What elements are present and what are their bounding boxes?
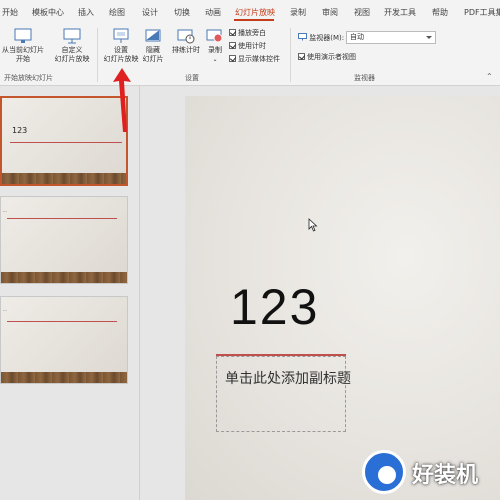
thumbnail-text: ··· <box>3 209 7 214</box>
tab-record[interactable]: 录制 <box>290 8 306 18</box>
watermark-circle-icon <box>362 450 406 494</box>
from-current-slide-button[interactable]: 从当前幻灯片 开始 <box>0 28 46 64</box>
wood-floor-strip <box>1 372 127 383</box>
custom-show-icon <box>63 28 81 44</box>
ribbon-separator <box>97 28 98 82</box>
slide-thumbnail[interactable]: 123 <box>0 96 128 186</box>
dropdown-arrow-icon <box>426 36 432 39</box>
thumbnail-text: ··· <box>3 308 7 313</box>
slideshow-play-icon <box>14 28 32 43</box>
slide-thumbnail-panel: 123 ··· ··· <box>0 86 140 500</box>
group-label-start: 开始放映幻灯片 <box>4 74 53 82</box>
thumbnail-rule <box>10 142 122 143</box>
tab-view[interactable]: 视图 <box>354 8 370 18</box>
monitor-label: 监视器(M): <box>298 33 344 43</box>
record-dropdown-chevron-icon[interactable]: ⌄ <box>203 55 227 64</box>
checkbox-play-narrations[interactable]: 播放旁白 <box>229 29 266 38</box>
ribbon-separator <box>290 28 291 82</box>
checkbox-icon <box>298 53 305 60</box>
custom-slideshow-button[interactable]: 自定义 幻灯片放映 <box>52 28 92 64</box>
rehearse-timings-button[interactable]: 排练计时 <box>170 28 202 55</box>
annotation-arrow-icon <box>113 68 131 132</box>
slide-editor-canvas: 123 单击此处添加副标题 <box>141 86 500 500</box>
hide-slide-button[interactable]: 隐藏 幻灯片 <box>140 28 166 64</box>
tab-transitions[interactable]: 切换 <box>174 8 190 18</box>
monitor-icon <box>298 33 307 41</box>
collapse-ribbon-icon[interactable]: ⌃ <box>486 72 493 81</box>
checkbox-presenter-view[interactable]: 使用演示者视图 <box>298 53 356 62</box>
hide-slide-icon <box>145 29 161 42</box>
active-tab-indicator <box>234 19 274 21</box>
tab-draw[interactable]: 绘图 <box>109 8 125 18</box>
checkbox-show-media-controls[interactable]: 显示媒体控件 <box>229 55 280 64</box>
tab-insert[interactable]: 插入 <box>78 8 94 18</box>
monitor-select[interactable]: 自动 <box>346 31 436 44</box>
tab-template-center[interactable]: 模板中心 <box>32 8 64 18</box>
tab-design[interactable]: 设计 <box>142 8 158 18</box>
wood-floor-strip <box>1 272 127 283</box>
ribbon: 从当前幻灯片 开始 自定义 幻灯片放映 开始放映幻灯片 设置 幻灯片放映 隐藏 … <box>0 24 500 86</box>
setup-slideshow-icon <box>113 28 129 43</box>
watermark-logo: 好装机 <box>362 445 500 500</box>
checkbox-icon <box>229 55 236 62</box>
slide-title[interactable]: 123 <box>230 278 319 336</box>
slide-thumbnail[interactable]: ··· <box>0 296 128 384</box>
setup-slideshow-button[interactable]: 设置 幻灯片放映 <box>100 28 142 64</box>
record-icon <box>206 29 223 43</box>
tab-developer[interactable]: 开发工具 <box>384 8 416 18</box>
ribbon-tab-strip: 开始 模板中心 插入 绘图 设计 切换 动画 幻灯片放映 录制 审阅 视图 开发… <box>0 0 500 24</box>
group-label-setup: 设置 <box>185 74 199 82</box>
checkbox-icon <box>229 29 236 36</box>
group-label-monitors: 监视器 <box>354 74 375 82</box>
mouse-cursor-icon <box>308 218 318 232</box>
tab-help[interactable]: 帮助 <box>432 8 448 18</box>
current-slide[interactable]: 123 单击此处添加副标题 <box>185 96 500 500</box>
tab-home[interactable]: 开始 <box>2 8 18 18</box>
tab-slideshow[interactable]: 幻灯片放映 <box>235 8 275 18</box>
subtitle-placeholder-text[interactable]: 单击此处添加副标题 <box>225 368 351 388</box>
slide-thumbnail[interactable]: ··· <box>0 196 128 284</box>
tab-review[interactable]: 审阅 <box>322 8 338 18</box>
checkbox-icon <box>229 42 236 49</box>
thumbnail-rule <box>7 218 117 219</box>
checkbox-use-timings[interactable]: 使用计时 <box>229 42 266 51</box>
record-button[interactable]: 录制 ⌄ <box>203 28 227 64</box>
rehearse-icon <box>177 29 195 44</box>
tab-animations[interactable]: 动画 <box>205 8 221 18</box>
wood-floor-strip <box>2 173 126 184</box>
thumbnail-rule <box>7 321 117 322</box>
tab-pdf-tools[interactable]: PDF工具集 <box>464 8 500 18</box>
